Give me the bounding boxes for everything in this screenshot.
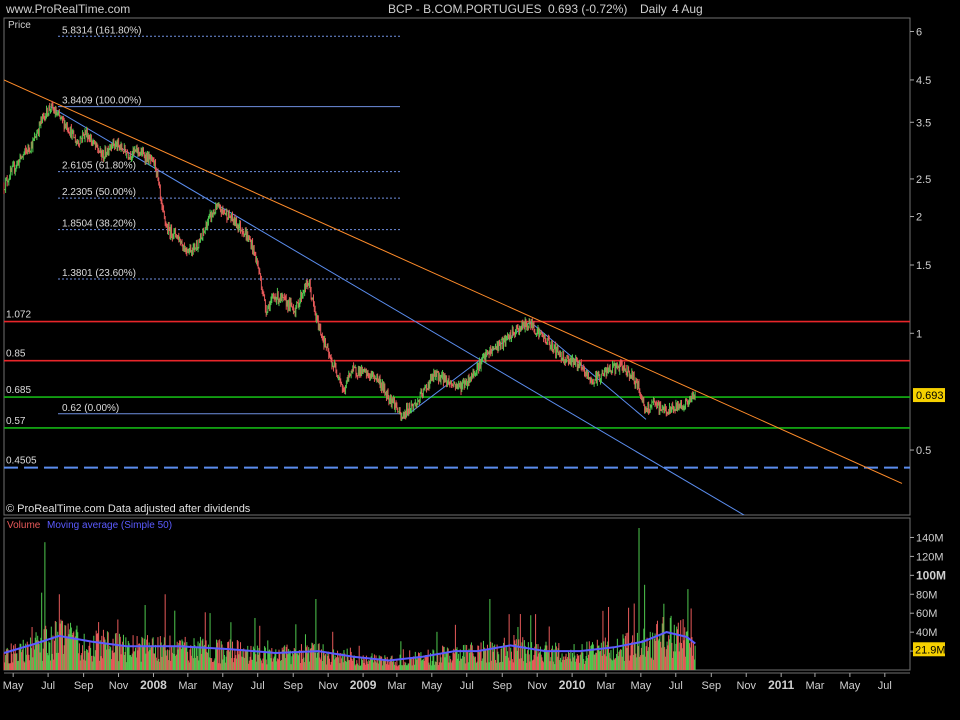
price-axis-label: 1 <box>916 328 922 340</box>
x-axis-label: Jul <box>878 680 892 692</box>
price-axis-label: 3.5 <box>916 117 931 129</box>
fibonacci-level-label: 0.62 (0.00%) <box>62 403 119 414</box>
x-axis-label: Mar <box>805 680 824 692</box>
volume-axis-label: 60M <box>916 608 937 620</box>
x-axis-label: May <box>3 680 24 692</box>
x-axis-label: Nov <box>736 680 756 692</box>
last-price-value: 0.693 <box>916 390 944 402</box>
horizontal-level-label: 0.85 <box>6 349 26 360</box>
price-axis-label: 1.5 <box>916 260 931 272</box>
x-axis-label: Nov <box>318 680 338 692</box>
x-axis-label: May <box>630 680 651 692</box>
x-axis-label: Sep <box>492 680 512 692</box>
fibonacci-level-label: 2.6105 (61.80%) <box>62 161 136 172</box>
x-axis-label: 2011 <box>768 678 794 692</box>
x-axis-label: Mar <box>178 680 197 692</box>
x-axis-label: Sep <box>283 680 303 692</box>
fibonacci-level-label: 1.8504 (38.20%) <box>62 219 136 230</box>
x-axis-label: 2009 <box>350 678 377 692</box>
price-axis-label: 2.5 <box>916 174 931 186</box>
x-axis-label: May <box>212 680 233 692</box>
x-axis-label: Jul <box>251 680 265 692</box>
x-axis-label: Mar <box>387 680 406 692</box>
price-axis-label: 4.5 <box>916 75 931 87</box>
moving-average-legend: Moving average (Simple 50) <box>47 520 172 531</box>
volume-axis-label: 80M <box>916 589 937 601</box>
data-source-note: © ProRealTime.com Data adjusted after di… <box>6 503 251 515</box>
price-axis-label: 6 <box>916 26 922 38</box>
x-axis-label: Nov <box>109 680 129 692</box>
fibonacci-level-label: 2.2305 (50.00%) <box>62 187 136 198</box>
x-axis-label: 2008 <box>140 678 167 692</box>
last-volume-value: 21.9M <box>915 644 946 656</box>
volume-axis-label: 140M <box>916 532 944 544</box>
x-axis-label: Jul <box>460 680 474 692</box>
volume-axis-label: 120M <box>916 551 944 563</box>
price-panel-frame <box>3 17 911 516</box>
fibonacci-level-label: 1.3801 (23.60%) <box>62 268 136 279</box>
x-axis-label: Jul <box>669 680 683 692</box>
x-axis-label: Jul <box>41 680 55 692</box>
x-axis-label: Sep <box>702 680 722 692</box>
volume-legend: Volume <box>7 520 41 531</box>
x-axis-label: Sep <box>74 680 94 692</box>
x-axis-label: 2010 <box>559 678 586 692</box>
fibonacci-level-label: 3.8409 (100.00%) <box>62 96 142 107</box>
horizontal-level-label: 1.072 <box>6 310 31 321</box>
horizontal-level-label: 0.685 <box>6 385 31 396</box>
price-axis-label: 2 <box>916 212 922 224</box>
price-panel-label: Price <box>8 20 31 31</box>
x-axis-label: May <box>839 680 860 692</box>
price-volume-chart[interactable]: Price 6 4.5 3.5 2.5 2 1.5 1 0.5 1.072 0.85 0.685 0.5… <box>0 0 960 720</box>
fibonacci-level-label: 5.8314 (161.80%) <box>62 25 142 36</box>
volume-axis-label: 100M <box>916 568 946 582</box>
horizontal-level-label: 0.4505 <box>6 456 37 467</box>
volume-axis-label: 40M <box>916 627 937 639</box>
horizontal-level-label: 0.57 <box>6 416 26 427</box>
x-axis-label: Mar <box>596 680 615 692</box>
x-axis-label: May <box>421 680 442 692</box>
x-axis-label: Nov <box>527 680 547 692</box>
price-axis-label: 0.5 <box>916 445 931 457</box>
